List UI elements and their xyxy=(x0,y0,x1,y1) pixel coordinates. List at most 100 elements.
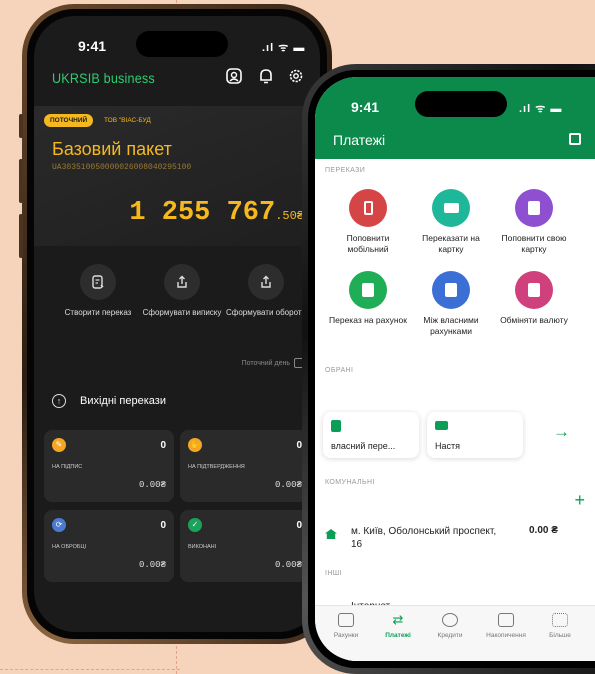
create-transfer-icon xyxy=(80,264,116,300)
processing-icon: ⟳ xyxy=(52,518,66,532)
share-icon xyxy=(164,264,200,300)
piggy-bank-icon xyxy=(498,613,514,627)
page-title: Платежі xyxy=(333,132,386,148)
tab-bar: Рахунки ⇄ Платежі Кредити Накопичення Бі… xyxy=(315,605,595,661)
tile-topup-card[interactable]: Поповнити свою картку xyxy=(495,189,573,255)
balance-integer: 1 255 767 xyxy=(129,198,276,228)
card-count: 0 xyxy=(160,440,166,451)
turnover-button[interactable]: Сформувати обороти xyxy=(224,264,308,318)
card-count: 0 xyxy=(160,520,166,531)
create-transfer-label: Створити переказ xyxy=(64,308,132,317)
phone-business-app: 9:41 .ıl ᯤ ▬ UKRSIB business ПОТОЧНИЙ ТО… xyxy=(19,4,332,644)
side-button xyxy=(19,214,23,258)
tab-label: Накопичення xyxy=(486,632,526,639)
exchange-arrows-icon xyxy=(432,271,470,309)
favorite-label: Настя xyxy=(435,441,461,451)
tile-label: Обміняти валюту xyxy=(500,315,568,325)
turnover-label: Сформувати обороти xyxy=(226,308,306,317)
tab-savings[interactable]: Накопичення xyxy=(479,613,533,639)
status-icons: .ıl ᯤ ▬ xyxy=(519,103,563,115)
tab-credits[interactable]: Кредити xyxy=(423,613,477,639)
tile-topup-mobile[interactable]: Поповнити мобільний xyxy=(329,189,407,255)
status-time: 9:41 xyxy=(351,99,380,115)
favorite-label: власний пере... xyxy=(331,441,396,451)
statement-button[interactable]: Сформувати виписку xyxy=(140,264,224,318)
dollar-icon xyxy=(515,271,553,309)
outgoing-arrow-icon: ↑ xyxy=(52,394,66,408)
card-label: ВИКОНАНІ xyxy=(188,544,217,550)
dynamic-island xyxy=(415,91,507,117)
bell-icon[interactable] xyxy=(256,67,276,87)
status-card-done[interactable]: ✓ 0 ВИКОНАНІ 0.00₴ xyxy=(180,510,310,582)
tab-label: Більше xyxy=(549,632,571,639)
card-amount: 0.00₴ xyxy=(274,560,302,570)
create-transfer-button[interactable]: Створити переказ xyxy=(56,264,140,318)
tab-payments[interactable]: ⇄ Платежі xyxy=(371,612,425,640)
add-icon[interactable]: + xyxy=(574,490,585,511)
outgoing-transfers-label: Вихідні перекази xyxy=(80,395,166,407)
status-card-confirmation[interactable]: ✋ 0 НА ПІДТВЕРДЖЕННЯ 0.00₴ xyxy=(180,430,310,502)
tab-label: Рахунки xyxy=(333,632,359,639)
grid-icon xyxy=(552,613,568,627)
section-other: ІНШІ xyxy=(325,570,342,577)
card-label: НА ПІДТВЕРДЖЕННЯ xyxy=(188,464,245,470)
phone-payments-app: 9:41 .ıl ᯤ ▬ Платежі ПЕРЕКАЗИ Поповнити … xyxy=(302,64,595,674)
dashed-guide-horizontal xyxy=(0,669,180,670)
download-icon xyxy=(515,189,553,227)
calendar-icon[interactable] xyxy=(569,133,581,145)
card-label: НА ОБРОБЦІ xyxy=(52,544,87,550)
status-icons: .ıl ᯤ ▬ xyxy=(262,42,306,54)
tab-accounts[interactable]: Рахунки xyxy=(319,613,373,639)
tile-exchange[interactable]: Обміняти валюту xyxy=(495,271,573,326)
company-name: ТОВ "ВІАС-БУД xyxy=(104,117,151,124)
transfer-arrows-icon: ⇄ xyxy=(392,612,404,627)
tile-label: Переказ на рахунок xyxy=(329,315,407,325)
statement-label: Сформувати виписку xyxy=(142,308,222,317)
phone-icon xyxy=(349,189,387,227)
wallet-icon xyxy=(338,613,354,627)
status-bar: 9:41 .ıl ᯤ ▬ xyxy=(34,16,320,60)
document-icon xyxy=(349,271,387,309)
favorite-nastia[interactable]: Настя xyxy=(427,412,523,458)
gear-icon[interactable] xyxy=(286,67,306,87)
tab-label: Кредити xyxy=(437,632,463,639)
account-iban: UA303510050000026008040295100 xyxy=(52,163,192,172)
tab-more[interactable]: Більше xyxy=(533,613,587,639)
side-button xyxy=(19,114,23,138)
app-header: UKRSIB business xyxy=(34,60,320,104)
tile-card-transfer[interactable]: Переказати на картку xyxy=(412,189,490,255)
brand-logo: UKRSIB business xyxy=(52,70,155,86)
date-filter[interactable]: Поточний день xyxy=(242,358,304,368)
card-label: НА ПІДПИС xyxy=(52,464,83,470)
payments-header: 9:41 .ıl ᯤ ▬ Платежі xyxy=(315,77,595,159)
card-amount: 0.00₴ xyxy=(274,480,302,490)
card-amount: 0.00₴ xyxy=(138,560,166,570)
tile-own-accounts[interactable]: Між власними рахунками xyxy=(412,271,490,337)
document-icon xyxy=(331,420,341,432)
hand-icon: ✋ xyxy=(188,438,202,452)
tile-label: Переказати на картку xyxy=(422,233,480,254)
favorite-own-transfer[interactable]: власний пере... xyxy=(323,412,419,458)
status-card-signing[interactable]: ✎ 0 НА ПІДПИС 0.00₴ xyxy=(44,430,174,502)
tile-label: Поповнити мобільний xyxy=(346,233,390,254)
status-time: 9:41 xyxy=(78,38,107,54)
tab-label: Платежі xyxy=(385,632,411,639)
outgoing-transfers-row[interactable]: ↑ Вихідні перекази › xyxy=(44,384,314,420)
utility-address: м. Київ, Оболонський проспект, 16 xyxy=(351,526,497,550)
tile-account-transfer[interactable]: Переказ на рахунок xyxy=(329,271,407,326)
account-card[interactable]: ПОТОЧНИЙ ТОВ "ВІАС-БУД Базовий пакет UA3… xyxy=(34,106,320,246)
section-transfers: ПЕРЕКАЗИ xyxy=(325,167,366,174)
support-icon[interactable] xyxy=(224,67,244,87)
dynamic-island xyxy=(136,31,228,57)
account-name: Базовий пакет xyxy=(52,139,172,159)
quick-actions: Створити переказ Сформувати виписку Сфор… xyxy=(34,254,320,354)
card-icon xyxy=(432,189,470,227)
card-amount: 0.00₴ xyxy=(138,480,166,490)
arrow-right-icon[interactable]: → xyxy=(553,422,570,442)
pie-chart-icon xyxy=(442,613,458,627)
status-card-processing[interactable]: ⟳ 0 НА ОБРОБЦІ 0.00₴ xyxy=(44,510,174,582)
account-type-badge: ПОТОЧНИЙ xyxy=(44,114,94,127)
balance-decimal: .50₴ xyxy=(275,209,304,223)
card-icon xyxy=(435,421,448,430)
utility-amount: 0.00 ₴ xyxy=(529,525,558,536)
